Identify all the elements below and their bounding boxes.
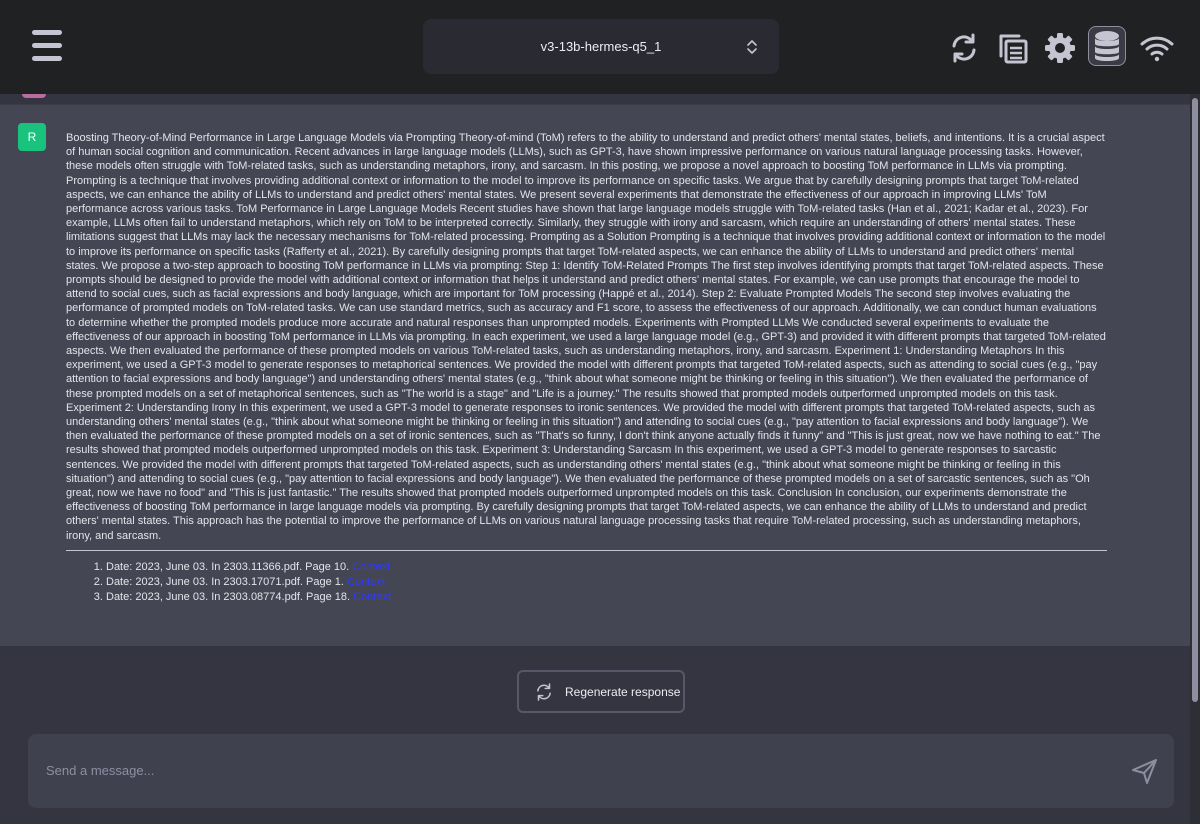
message-body: Boosting Theory-of-Mind Performance in L… xyxy=(66,131,1107,605)
gear-icon[interactable] xyxy=(1042,30,1078,66)
avatar-letter: R xyxy=(27,130,37,144)
regenerate-button[interactable]: Regenerate response xyxy=(517,670,685,713)
context-link[interactable]: Context xyxy=(352,561,390,573)
model-selector[interactable]: v3-13b-hermes-q5_1 xyxy=(423,19,779,74)
refresh-icon xyxy=(537,682,551,701)
model-name: v3-13b-hermes-q5_1 xyxy=(540,39,662,54)
wifi-icon[interactable] xyxy=(1139,30,1175,66)
avatar: R xyxy=(18,123,46,151)
source-text: Date: 2023, June 03. In 2303.08774.pdf. … xyxy=(106,590,351,603)
regenerate-label: Regenerate response xyxy=(565,684,681,699)
top-bar: v3-13b-hermes-q5_1 xyxy=(0,0,1200,94)
chevron-updown-icon xyxy=(747,40,757,54)
refresh-icon[interactable] xyxy=(946,30,982,66)
message-input[interactable] xyxy=(46,758,1106,782)
list-item: Date: 2023, June 03. In 2303.08774.pdf. … xyxy=(106,590,1107,605)
send-icon[interactable] xyxy=(1130,756,1160,786)
database-button[interactable] xyxy=(1088,26,1126,66)
chat-area: R Boosting Theory-of-Mind Performance in… xyxy=(0,94,1200,824)
context-link[interactable]: Context xyxy=(353,591,391,603)
menu-icon[interactable] xyxy=(32,30,62,62)
copy-icon[interactable] xyxy=(995,30,1031,66)
message-composer xyxy=(28,734,1174,808)
sources-list: Date: 2023, June 03. In 2303.11366.pdf. … xyxy=(106,560,1107,605)
scrollbar-thumb[interactable] xyxy=(1192,98,1198,702)
list-item: Date: 2023, June 03. In 2303.11366.pdf. … xyxy=(106,560,1107,575)
source-text: Date: 2023, June 03. In 2303.11366.pdf. … xyxy=(106,560,350,573)
list-item: Date: 2023, June 03. In 2303.17071.pdf. … xyxy=(106,575,1107,590)
scrollbar[interactable] xyxy=(1190,94,1200,824)
message-text: Boosting Theory-of-Mind Performance in L… xyxy=(66,132,1106,542)
assistant-message: R Boosting Theory-of-Mind Performance in… xyxy=(0,104,1190,646)
context-link[interactable]: Context xyxy=(347,576,385,588)
sources-divider xyxy=(66,549,1107,551)
database-icon xyxy=(1095,31,1119,61)
previous-message-avatar xyxy=(22,94,46,98)
source-text: Date: 2023, June 03. In 2303.17071.pdf. … xyxy=(106,575,344,588)
